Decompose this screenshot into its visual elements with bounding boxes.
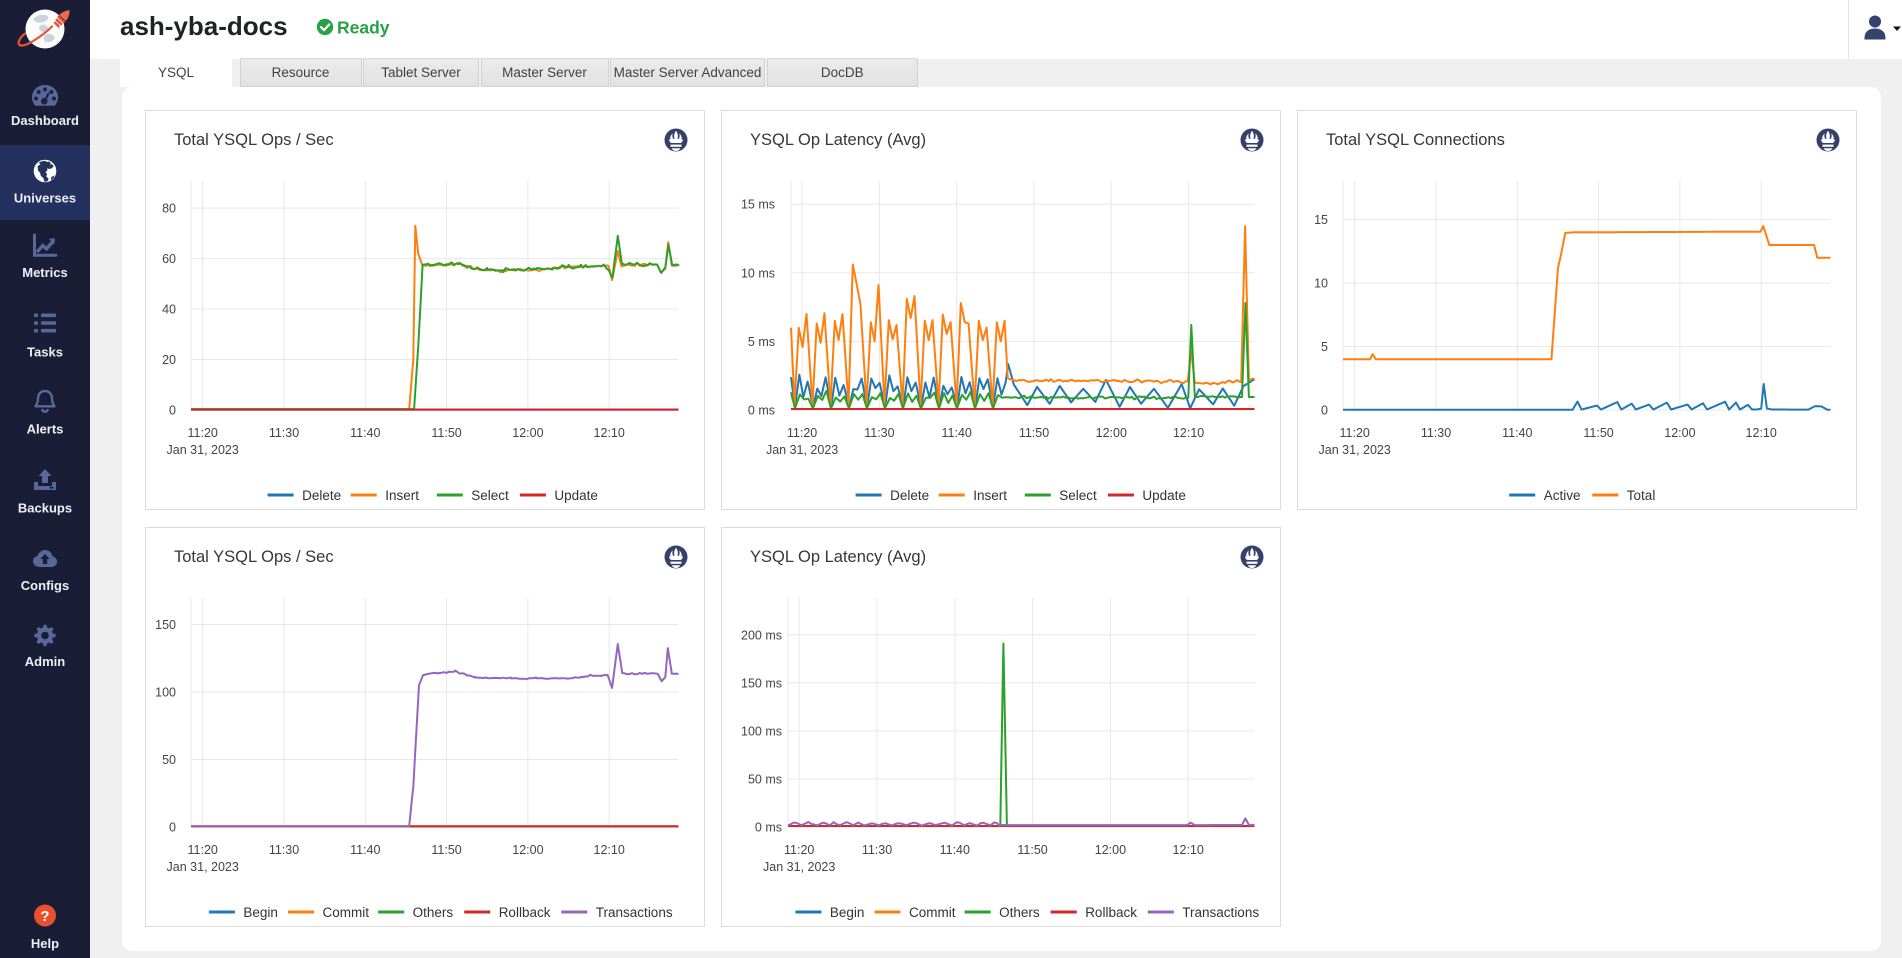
svg-text:10: 10 xyxy=(1314,277,1328,291)
svg-text:11:20: 11:20 xyxy=(188,426,218,440)
svg-text:YSQL Op Latency (Avg): YSQL Op Latency (Avg) xyxy=(750,131,926,149)
svg-text:200 ms: 200 ms xyxy=(741,628,782,642)
svg-text:Others: Others xyxy=(413,905,454,920)
svg-text:Universes: Universes xyxy=(14,191,76,206)
svg-text:11:50: 11:50 xyxy=(431,843,461,857)
svg-text:Active: Active xyxy=(1544,488,1581,503)
svg-text:12:10: 12:10 xyxy=(1173,843,1204,857)
svg-text:50 ms: 50 ms xyxy=(748,773,782,787)
svg-text:40: 40 xyxy=(162,303,176,317)
svg-text:Insert: Insert xyxy=(973,488,1007,503)
svg-text:11:40: 11:40 xyxy=(350,843,380,857)
svg-text:11:30: 11:30 xyxy=(864,426,894,440)
svg-text:Jan 31, 2023: Jan 31, 2023 xyxy=(167,443,239,457)
svg-text:Update: Update xyxy=(554,488,598,503)
svg-text:15: 15 xyxy=(1314,213,1328,227)
svg-text:12:10: 12:10 xyxy=(1746,426,1777,440)
svg-text:Total YSQL Ops / Sec: Total YSQL Ops / Sec xyxy=(174,131,334,149)
svg-text:Commit: Commit xyxy=(323,905,370,920)
svg-text:0: 0 xyxy=(169,821,176,835)
svg-text:12:00: 12:00 xyxy=(512,843,543,857)
svg-text:Metrics: Metrics xyxy=(22,265,68,280)
svg-text:0 ms: 0 ms xyxy=(748,404,775,418)
svg-text:50: 50 xyxy=(162,753,176,767)
svg-text:Jan 31, 2023: Jan 31, 2023 xyxy=(1319,443,1391,457)
svg-text:Rollback: Rollback xyxy=(499,905,551,920)
svg-text:12:00: 12:00 xyxy=(1095,843,1126,857)
svg-text:12:00: 12:00 xyxy=(1664,426,1695,440)
svg-text:0: 0 xyxy=(169,404,176,418)
svg-text:11:20: 11:20 xyxy=(787,426,817,440)
svg-text:Tasks: Tasks xyxy=(27,345,63,360)
svg-text:YSQL Op Latency (Avg): YSQL Op Latency (Avg) xyxy=(750,548,926,566)
svg-text:12:10: 12:10 xyxy=(594,426,625,440)
svg-text:12:00: 12:00 xyxy=(1096,426,1127,440)
svg-text:Backups: Backups xyxy=(18,501,72,516)
svg-text:Configs: Configs xyxy=(21,578,69,593)
svg-text:11:40: 11:40 xyxy=(1502,426,1532,440)
svg-text:11:40: 11:40 xyxy=(350,426,380,440)
svg-text:Commit: Commit xyxy=(909,905,956,920)
svg-text:Jan 31, 2023: Jan 31, 2023 xyxy=(763,860,835,874)
svg-text:10 ms: 10 ms xyxy=(741,266,775,280)
svg-text:Transactions: Transactions xyxy=(596,905,673,920)
svg-text:12:00: 12:00 xyxy=(512,426,543,440)
svg-text:15 ms: 15 ms xyxy=(741,198,775,212)
svg-text:Begin: Begin xyxy=(243,905,278,920)
svg-text:100 ms: 100 ms xyxy=(741,725,782,739)
svg-text:11:20: 11:20 xyxy=(1340,426,1370,440)
svg-text:5 ms: 5 ms xyxy=(748,335,775,349)
svg-text:150 ms: 150 ms xyxy=(741,676,782,690)
svg-text:?: ? xyxy=(40,908,49,925)
svg-text:11:20: 11:20 xyxy=(188,843,218,857)
svg-text:11:50: 11:50 xyxy=(1019,426,1049,440)
svg-text:11:30: 11:30 xyxy=(269,426,299,440)
svg-text:100: 100 xyxy=(155,686,176,700)
svg-text:11:50: 11:50 xyxy=(1583,426,1613,440)
svg-text:11:30: 11:30 xyxy=(862,843,892,857)
svg-text:Delete: Delete xyxy=(302,488,341,503)
svg-text:20: 20 xyxy=(162,353,176,367)
svg-text:Jan 31, 2023: Jan 31, 2023 xyxy=(766,443,838,457)
svg-text:12:10: 12:10 xyxy=(594,843,625,857)
svg-text:Rollback: Rollback xyxy=(1085,905,1137,920)
svg-text:0: 0 xyxy=(1321,404,1328,418)
svg-text:11:30: 11:30 xyxy=(1421,426,1451,440)
svg-text:Select: Select xyxy=(471,488,509,503)
svg-text:0 ms: 0 ms xyxy=(755,821,782,835)
svg-text:Transactions: Transactions xyxy=(1182,905,1259,920)
svg-text:80: 80 xyxy=(162,202,176,216)
svg-text:Others: Others xyxy=(999,905,1040,920)
svg-text:12:10: 12:10 xyxy=(1173,426,1204,440)
svg-text:150: 150 xyxy=(155,618,176,632)
svg-text:Update: Update xyxy=(1142,488,1186,503)
svg-text:Help: Help xyxy=(31,936,59,951)
svg-text:Begin: Begin xyxy=(830,905,865,920)
svg-text:Delete: Delete xyxy=(890,488,929,503)
svg-text:5: 5 xyxy=(1321,340,1328,354)
svg-text:11:40: 11:40 xyxy=(942,426,972,440)
svg-text:11:50: 11:50 xyxy=(1017,843,1047,857)
svg-text:60: 60 xyxy=(162,252,176,266)
svg-text:Ready: Ready xyxy=(337,18,390,38)
svg-text:11:50: 11:50 xyxy=(431,426,461,440)
svg-text:Select: Select xyxy=(1059,488,1097,503)
svg-text:Total: Total xyxy=(1627,488,1656,503)
svg-text:Total YSQL Connections: Total YSQL Connections xyxy=(1326,131,1505,149)
svg-text:11:40: 11:40 xyxy=(940,843,970,857)
svg-text:Alerts: Alerts xyxy=(27,422,64,437)
svg-text:Admin: Admin xyxy=(25,654,66,669)
svg-text:11:20: 11:20 xyxy=(784,843,814,857)
svg-text:11:30: 11:30 xyxy=(269,843,299,857)
svg-text:Dashboard: Dashboard xyxy=(11,113,79,128)
svg-text:Insert: Insert xyxy=(385,488,419,503)
svg-text:Total YSQL Ops / Sec: Total YSQL Ops / Sec xyxy=(174,548,334,566)
svg-text:Jan 31, 2023: Jan 31, 2023 xyxy=(167,860,239,874)
